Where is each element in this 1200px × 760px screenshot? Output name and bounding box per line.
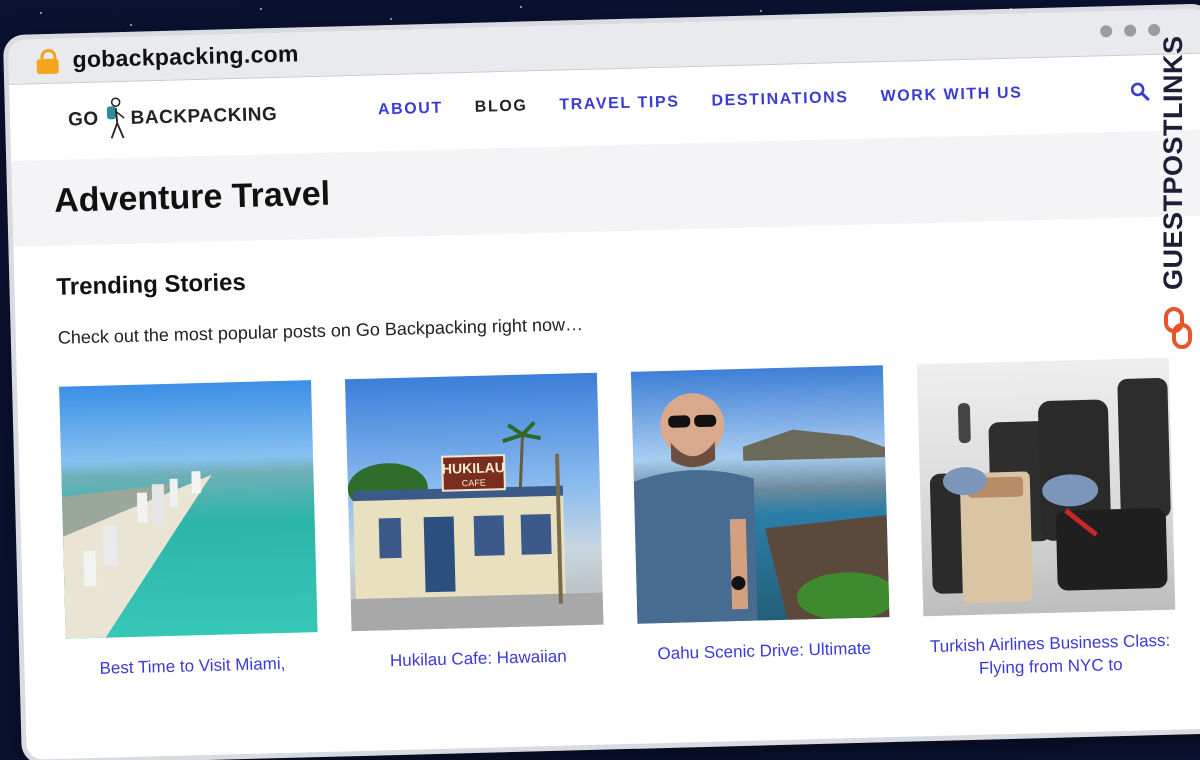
story-card[interactable]: Turkish Airlines Business Class: Flying … [916, 357, 1177, 682]
cafe-sign-text: HUKILAU [442, 459, 505, 477]
story-title[interactable]: Turkish Airlines Business Class: Flying … [924, 630, 1177, 682]
story-title[interactable]: Best Time to Visit Miami, [66, 652, 319, 682]
menu-item-destinations[interactable]: DESTINATIONS [711, 89, 849, 111]
cafe-sign-subtext: CAFE [462, 478, 486, 489]
window-dot-icon[interactable] [1123, 24, 1137, 37]
window-dot-icon[interactable] [1147, 23, 1161, 37]
story-card[interactable]: HUKILAU CAFE Hukilau Cafe: Hawaiian [344, 372, 605, 697]
chain-link-icon [1164, 307, 1192, 349]
story-title[interactable]: Oahu Scenic Drive: Ultimate [638, 637, 891, 667]
menu-item-work-with-us[interactable]: WORK WITH US [880, 84, 1022, 106]
guestpostlinks-watermark: GUESTPOSTLINKS [1158, 35, 1198, 360]
browser-window: gobackpacking.com GO BACKPACKING ABOUT B… [8, 8, 1200, 760]
logo-go-text: GO [67, 108, 99, 131]
menu-item-blog[interactable]: BLOG [475, 97, 528, 116]
main-content: Trending Stories Check out the most popu… [13, 216, 1200, 706]
menu-item-travel-tips[interactable]: TRAVEL TIPS [559, 93, 680, 114]
coast-photo[interactable] [630, 365, 890, 624]
beach-photo[interactable] [59, 380, 318, 639]
hiker-icon [106, 97, 125, 139]
logo-backpacking-text: BACKPACKING [130, 103, 278, 129]
window-dot-icon[interactable] [1099, 25, 1113, 38]
page-title: Adventure Travel [53, 174, 331, 220]
airplane-seat-photo[interactable] [916, 357, 1176, 617]
menu-item-about[interactable]: ABOUT [378, 100, 443, 120]
site-logo[interactable]: GO BACKPACKING [68, 92, 278, 143]
story-card[interactable]: Oahu Scenic Drive: Ultimate [630, 365, 891, 689]
cafe-photo[interactable]: HUKILAU CAFE [344, 372, 604, 632]
story-card[interactable]: Best Time to Visit Miami, [59, 380, 319, 704]
watermark-text: GUESTPOSTLINKS [1158, 35, 1188, 290]
lock-icon [36, 48, 59, 75]
url-text[interactable]: gobackpacking.com [72, 40, 299, 73]
window-controls [1099, 23, 1161, 38]
search-icon[interactable] [1129, 81, 1150, 102]
main-menu: ABOUT BLOG TRAVEL TIPS DESTINATIONS WORK… [378, 84, 1023, 119]
intro-text: Check out the most popular posts on Go B… [57, 314, 584, 348]
story-cards: Best Time to Visit Miami, HUKILAU CAFE H… [59, 357, 1183, 705]
